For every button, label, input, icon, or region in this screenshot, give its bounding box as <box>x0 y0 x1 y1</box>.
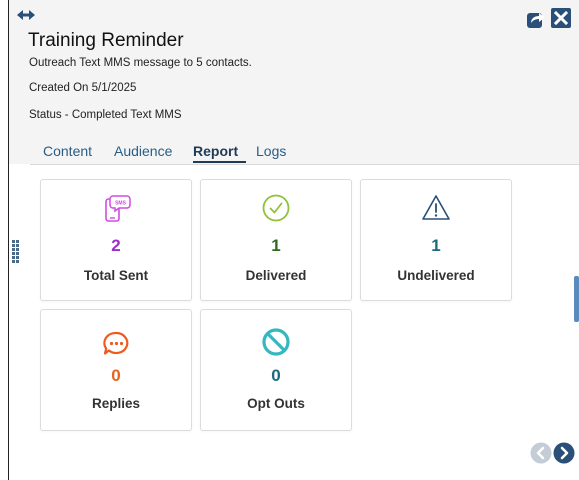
prohibited-icon <box>262 328 290 356</box>
tab-report[interactable]: Report <box>193 143 238 159</box>
tabs-divider <box>30 164 579 165</box>
undelivered-value: 1 <box>431 236 441 255</box>
delivered-value: 1 <box>271 236 281 255</box>
tab-logs[interactable]: Logs <box>256 143 286 159</box>
next-page-icon[interactable] <box>553 442 575 464</box>
replies-value: 0 <box>111 366 121 385</box>
tab-audience[interactable]: Audience <box>114 143 172 159</box>
replies-label: Replies <box>91 396 141 411</box>
total-sent-label: Total Sent <box>83 268 149 283</box>
stat-card-total-sent[interactable]: SMS 2 Total Sent <box>40 179 192 301</box>
stat-card-undelivered[interactable]: 1 Undelivered <box>360 179 512 301</box>
page-title: Training Reminder <box>28 30 184 51</box>
delivered-label: Delivered <box>245 268 307 283</box>
resize-arrows-icon[interactable] <box>17 10 35 20</box>
active-tab-indicator <box>193 161 246 163</box>
tab-content[interactable]: Content <box>43 143 92 159</box>
opt-outs-value: 0 <box>271 366 281 385</box>
svg-text:SMS: SMS <box>115 201 127 207</box>
previous-page-icon[interactable] <box>530 442 552 464</box>
sms-phone-icon: SMS <box>105 195 131 222</box>
close-icon[interactable] <box>551 8 571 28</box>
total-sent-value: 2 <box>111 236 121 255</box>
created-date: Created On 5/1/2025 <box>29 82 137 94</box>
scrollbar-thumb[interactable] <box>574 276 579 322</box>
stat-card-replies[interactable]: 0 Replies <box>40 309 192 431</box>
page-subtitle: Outreach Text MMS message to 5 contacts. <box>29 57 252 69</box>
tabs-bar <box>9 136 579 164</box>
undelivered-label: Undelivered <box>397 268 475 283</box>
stat-card-delivered[interactable]: 1 Delivered <box>200 179 352 301</box>
warning-triangle-icon <box>422 195 450 220</box>
drag-handle-icon[interactable] <box>12 240 22 266</box>
share-icon[interactable] <box>526 9 546 29</box>
check-circle-icon <box>262 194 290 222</box>
opt-outs-label: Opt Outs <box>247 396 305 411</box>
chat-bubble-icon <box>103 331 129 355</box>
stat-card-opt-outs[interactable]: 0 Opt Outs <box>200 309 352 431</box>
status-text: Status - Completed Text MMS <box>29 109 182 121</box>
